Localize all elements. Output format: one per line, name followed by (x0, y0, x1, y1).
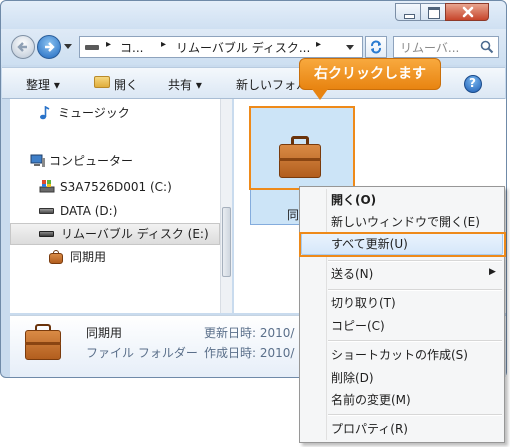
menu-separator (328, 414, 502, 416)
menu-item-send-to[interactable]: 送る(N) (331, 264, 373, 284)
highlight-briefcase-item (249, 106, 355, 190)
details-name: 同期用 (86, 326, 123, 340)
maximize-icon (428, 7, 440, 19)
menu-item-open[interactable]: 開く(O) (331, 190, 376, 210)
search-icon (480, 40, 494, 54)
navigation-pane: ミュージック コンピューター S3A7526D001 (C:) DATA (D:… (10, 99, 232, 313)
menu-item-properties[interactable]: プロパティ(R) (331, 419, 408, 439)
help-button[interactable]: ? (464, 75, 482, 93)
context-menu: 開く(O) 新しいウィンドウで開く(E) すべて更新(U) 送る(N) ▶ 切り… (299, 186, 506, 443)
removable-disk-icon (39, 231, 54, 237)
minimize-icon (404, 14, 415, 19)
back-arrow-icon (17, 42, 27, 52)
breadcrumb-removable-disk[interactable]: リムーバブル ディスク... (176, 39, 310, 56)
menu-item-create-shortcut[interactable]: ショートカットの作成(S) (331, 345, 468, 365)
folder-open-icon (94, 76, 110, 88)
menu-separator (328, 289, 502, 291)
nav-item-music[interactable]: ミュージック (10, 102, 220, 124)
menu-item-cut[interactable]: 切り取り(T) (331, 293, 396, 313)
callout-pointer (312, 89, 328, 100)
refresh-button[interactable] (365, 36, 387, 58)
menu-item-rename[interactable]: 名前の変更(M) (331, 390, 411, 410)
briefcase-icon (49, 250, 63, 264)
open-button[interactable]: 開く (94, 75, 144, 93)
nav-item-briefcase[interactable]: 同期用 (10, 246, 220, 268)
nav-item-drive-d-label: DATA (D:) (60, 204, 118, 218)
close-icon (462, 6, 474, 18)
menu-item-delete[interactable]: 削除(D) (331, 368, 374, 388)
nav-item-computer-label: コンピューター (49, 154, 134, 168)
search-placeholder: リムーバ... (400, 41, 460, 55)
address-dropdown-icon[interactable] (346, 45, 354, 50)
search-input[interactable]: リムーバ... (393, 36, 499, 58)
menu-separator (328, 260, 502, 262)
system-drive-icon (39, 180, 55, 193)
nav-item-drive-c-label: S3A7526D001 (C:) (60, 180, 172, 194)
nav-item-removable-disk[interactable]: リムーバブル ディスク (E:) (10, 223, 220, 245)
instruction-callout: 右クリックします (299, 58, 441, 90)
menu-item-copy[interactable]: コピー(C) (331, 316, 385, 336)
history-dropdown-icon[interactable] (64, 44, 72, 49)
menu-gutter (326, 189, 327, 440)
breadcrumb-separator-icon: ▸ (161, 39, 167, 50)
scrollbar-thumb[interactable] (222, 207, 231, 277)
organize-button[interactable]: 整理 ▾ (26, 76, 60, 93)
back-button[interactable] (11, 35, 35, 59)
nav-item-computer[interactable]: コンピューター (10, 150, 220, 172)
nav-item-music-label: ミュージック (58, 106, 130, 120)
open-button-label: 開く (114, 78, 139, 92)
menu-separator (328, 340, 502, 342)
highlight-update-all (299, 232, 506, 257)
forward-button[interactable] (37, 35, 61, 59)
nav-item-drive-d[interactable]: DATA (D:) (10, 200, 220, 222)
nav-item-removable-disk-label: リムーバブル ディスク (E:) (61, 227, 209, 241)
music-note-icon (40, 106, 50, 120)
close-button[interactable] (445, 3, 489, 21)
help-icon: ? (469, 76, 476, 90)
refresh-icon (371, 40, 381, 54)
navigation-scrollbar[interactable] (220, 99, 232, 313)
briefcase-strap (25, 342, 61, 345)
breadcrumb-separator-icon: ▸ (106, 39, 112, 50)
new-folder-button[interactable]: 新しいフォル (236, 76, 308, 93)
nav-item-drive-c[interactable]: S3A7526D001 (C:) (10, 176, 220, 198)
forward-arrow-icon (45, 42, 55, 52)
menu-item-open-new-window[interactable]: 新しいウィンドウで開く(E) (331, 212, 480, 232)
breadcrumb-separator-icon: ▸ (316, 39, 322, 50)
submenu-arrow-icon: ▶ (489, 267, 496, 277)
share-button[interactable]: 共有 ▾ (168, 76, 202, 93)
breadcrumb-computer[interactable]: コ... (120, 39, 143, 56)
nav-item-briefcase-label: 同期用 (70, 250, 107, 264)
details-briefcase-icon (24, 324, 62, 362)
details-type: ファイル フォルダー (86, 346, 198, 360)
computer-icon (30, 154, 45, 167)
drive-icon (85, 45, 99, 50)
title-bar[interactable] (1, 1, 506, 29)
maximize-button[interactable] (420, 3, 446, 21)
details-modified: 更新日時: 2010/ (204, 326, 295, 340)
hard-drive-icon (39, 208, 54, 214)
address-bar[interactable]: ▸ コ... ▸ リムーバブル ディスク... ▸ (79, 36, 363, 58)
minimize-button[interactable] (395, 3, 421, 21)
details-created: 作成日時: 2010/ (204, 346, 295, 360)
